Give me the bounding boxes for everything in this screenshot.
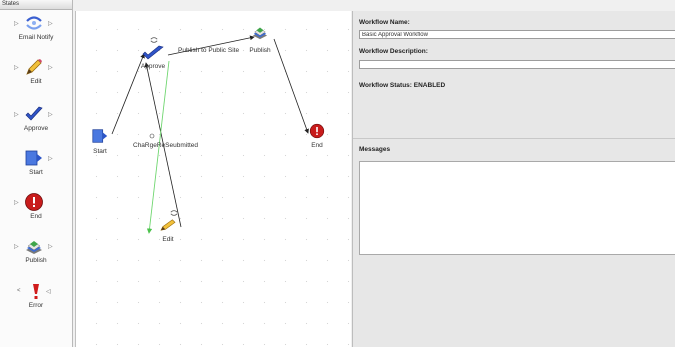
pencil-icon: [26, 59, 42, 75]
port-right-icon: ▷: [48, 21, 53, 27]
start-icon: [92, 129, 108, 143]
port-right-icon: ◁: [46, 289, 51, 295]
node-label: End: [311, 142, 323, 149]
port-left-icon: ▷: [14, 21, 19, 27]
palette-item-edit[interactable]: ▷ ▷ Edit: [0, 57, 72, 85]
edge-handle[interactable]: [149, 133, 155, 139]
palette-item-publish[interactable]: ▷ ▷ Publish: [0, 236, 72, 264]
pencil-icon: [160, 219, 176, 231]
publish-icon: [252, 27, 268, 40]
palette-item-label: End: [30, 213, 42, 220]
workflow-status: Workflow Status: ENABLED: [359, 82, 446, 89]
states-palette: States ▷ ▷ Email Notify ▷ ▷ Edit ▷ ▷ App…: [0, 0, 73, 347]
palette-item-label: Edit: [30, 78, 42, 85]
panel-divider: [353, 138, 675, 139]
workflow-name-label: Workflow Name:: [359, 19, 410, 26]
node-label: Publish: [249, 47, 271, 54]
workflow-canvas[interactable]: Approve Publish Start End Edit Publish t…: [75, 11, 351, 347]
edge-label-overlapping[interactable]: ChaRgeReSeubmitted: [133, 142, 198, 149]
stop-icon: [25, 193, 43, 211]
palette-header: States: [0, 0, 72, 10]
workflow-properties-panel: Workflow Name: Workflow Description: Wor…: [352, 11, 675, 347]
node-label: Edit: [162, 236, 174, 243]
edge-label-publish-to-site[interactable]: Publish to Public Site: [178, 47, 239, 54]
port-left-icon: ▷: [14, 65, 19, 71]
port-right-icon: ▷: [48, 65, 53, 71]
edge-publish-end[interactable]: [273, 38, 309, 134]
node-label: Approve: [140, 63, 166, 70]
workflow-description-label: Workflow Description:: [359, 48, 428, 55]
stop-icon: [309, 123, 325, 139]
node-label: Start: [93, 148, 107, 155]
workflow-name-field[interactable]: [359, 30, 675, 39]
email-notify-icon: [150, 37, 158, 43]
email-notify-icon: [26, 16, 42, 30]
palette-item-label: Start: [29, 169, 43, 176]
palette-item-label: Error: [28, 302, 44, 309]
port-right-icon: ▷: [48, 112, 53, 118]
email-notify-icon: [170, 210, 178, 216]
publish-icon: [26, 241, 42, 254]
check-icon: [142, 45, 164, 60]
port-left-icon: <: [17, 288, 21, 294]
palette-item-end[interactable]: ▷ End: [0, 192, 72, 220]
palette-item-label: Email Notify: [18, 34, 54, 41]
port-left-icon: ▷: [14, 244, 19, 250]
edges-layer: [111, 35, 309, 234]
messages-label: Messages: [359, 146, 391, 153]
workflow-description-field[interactable]: [359, 60, 675, 69]
check-icon: [25, 106, 43, 121]
port-right-icon: ▷: [48, 244, 53, 250]
error-icon: [33, 284, 39, 299]
port-left-icon: ▷: [14, 112, 19, 118]
palette-item-start[interactable]: ▷ Start: [0, 148, 72, 176]
palette-item-error[interactable]: < ◁ Error: [0, 281, 72, 309]
port-right-icon: ▷: [48, 156, 53, 162]
port-left-icon: ▷: [14, 200, 19, 206]
messages-box: [359, 161, 675, 255]
start-icon: [25, 150, 42, 166]
palette-item-email-notify[interactable]: ▷ ▷ Email Notify: [0, 13, 72, 41]
palette-item-label: Publish: [25, 257, 47, 264]
palette-item-label: Approve: [23, 125, 49, 132]
palette-item-approve[interactable]: ▷ ▷ Approve: [0, 104, 72, 132]
